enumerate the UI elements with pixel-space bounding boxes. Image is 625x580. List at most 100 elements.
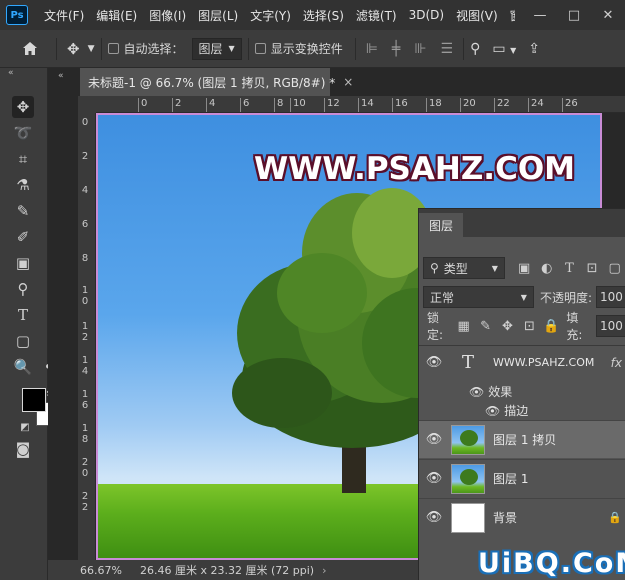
filter-kind-dropdown[interactable]: ⚲ 类型 ▼ bbox=[423, 257, 505, 279]
ruler-label: 16 bbox=[392, 98, 408, 112]
ruler-label: 22 bbox=[494, 98, 510, 112]
type-tool-icon[interactable]: T bbox=[12, 304, 34, 326]
chevron-down-icon: ▼ bbox=[87, 43, 95, 54]
move-tool-preset[interactable]: ✥ ▼ bbox=[67, 40, 95, 58]
close-button[interactable]: ✕ bbox=[591, 8, 625, 23]
ruler-label: 0 bbox=[81, 117, 89, 128]
move-tool-icon[interactable]: ✥ bbox=[12, 96, 34, 118]
share-icon[interactable]: ⇪ bbox=[528, 41, 540, 57]
status-menu-icon[interactable]: › bbox=[322, 564, 326, 577]
history-brush-icon[interactable]: ✐ bbox=[12, 226, 34, 248]
layer-row-background[interactable]: 👁 背景 🔒 bbox=[419, 498, 625, 536]
dodge-tool-icon[interactable]: ⚲ bbox=[12, 278, 34, 300]
restore-button[interactable]: □ bbox=[557, 8, 591, 23]
eyedropper-icon[interactable]: ⚗ bbox=[12, 174, 34, 196]
menu-3d[interactable]: 3D(D) bbox=[403, 8, 450, 22]
show-transform-checkbox[interactable]: 显示变换控件 bbox=[254, 40, 343, 57]
collapse-icon[interactable]: « bbox=[8, 68, 13, 78]
lock-row: 锁定: ▦ ✎ ✥ ⊡ 🔒 填充: 100 bbox=[419, 311, 625, 342]
align-center-icon[interactable]: ╪ bbox=[392, 41, 400, 57]
shape-filter-icon[interactable]: ⊡ bbox=[581, 261, 604, 276]
stroke-effect-row[interactable]: 👁 描边 bbox=[485, 402, 528, 419]
align-top-icon[interactable]: ☰ bbox=[441, 41, 454, 57]
shape-tool-icon[interactable]: ▢ bbox=[12, 330, 34, 352]
menu-filter[interactable]: 滤镜(T) bbox=[350, 7, 403, 24]
search-icon[interactable]: ⚲ bbox=[470, 41, 480, 57]
align-right-icon[interactable]: ⊪ bbox=[414, 41, 426, 57]
layer-row-text[interactable]: 👁 T WWW.PSAHZ.COM fx bbox=[419, 345, 625, 379]
zoom-tool-icon[interactable]: 🔍 bbox=[12, 356, 34, 378]
quick-mask-icon[interactable]: ◙ bbox=[12, 438, 34, 460]
layers-panel-header: 图层 bbox=[419, 209, 625, 237]
layer-thumbnail bbox=[451, 463, 485, 494]
visibility-eye-icon[interactable]: 👁 bbox=[419, 471, 449, 486]
ruler-label: 12 bbox=[81, 321, 89, 343]
horizontal-ruler[interactable]: 0 2 4 6 8 10 12 14 16 18 20 22 24 26 bbox=[96, 96, 625, 113]
brush-tool-icon[interactable]: ✎ bbox=[12, 200, 34, 222]
crop-tool-icon[interactable]: ⌗ bbox=[12, 148, 34, 170]
foreground-color-swatch[interactable] bbox=[22, 388, 46, 412]
zoom-level[interactable]: 66.67% bbox=[80, 564, 130, 577]
menu-layer[interactable]: 图层(L) bbox=[192, 7, 244, 24]
menu-type[interactable]: 文字(Y) bbox=[244, 7, 297, 24]
collapse-icon[interactable]: « bbox=[58, 71, 64, 81]
menu-file[interactable]: 文件(F) bbox=[38, 7, 90, 24]
divider bbox=[100, 37, 102, 60]
home-icon[interactable] bbox=[22, 41, 38, 56]
blend-mode-dropdown[interactable]: 正常 ▼ bbox=[423, 286, 534, 308]
stroke-visibility-eye-icon[interactable]: 👁 bbox=[485, 404, 500, 418]
default-colors-icon[interactable]: ◩ bbox=[14, 416, 36, 438]
type-filter-icon[interactable]: T bbox=[558, 261, 581, 276]
adjustment-filter-icon[interactable]: ◐ bbox=[536, 261, 559, 276]
divider bbox=[463, 37, 465, 60]
menu-image[interactable]: 图像(I) bbox=[143, 7, 192, 24]
lock-artboard-icon[interactable]: ⊡ bbox=[518, 319, 540, 334]
checkbox-box[interactable] bbox=[107, 43, 119, 54]
blend-row: 正常 ▼ 不透明度: 100 bbox=[419, 286, 625, 308]
menu-edit[interactable]: 编辑(E) bbox=[90, 7, 143, 24]
align-left-icon[interactable]: ⊫ bbox=[366, 41, 378, 57]
visibility-eye-icon[interactable]: 👁 bbox=[419, 355, 449, 370]
layer-row-layer-1[interactable]: 👁 图层 1 bbox=[419, 459, 625, 497]
workspace-icon[interactable]: ▭ ▼ bbox=[492, 41, 516, 57]
layers-panel: 图层 ⚲ 类型 ▼ ▣ ◐ T ⊡ ▢ 正常 ▼ 不透明度: 100 锁定: ▦… bbox=[418, 208, 625, 580]
show-transform-label: 显示变换控件 bbox=[270, 42, 343, 56]
close-icon[interactable]: × bbox=[343, 75, 353, 89]
vertical-ruler[interactable]: 0 2 4 6 8 10 12 14 16 18 20 22 bbox=[78, 113, 96, 560]
site-watermark-logo: UiBQ.CoM bbox=[478, 548, 625, 579]
visibility-eye-icon[interactable]: 👁 bbox=[419, 432, 449, 447]
opacity-field[interactable]: 100 bbox=[596, 286, 625, 308]
lock-position-icon[interactable]: ✥ bbox=[497, 319, 519, 334]
ruler-label: 22 bbox=[81, 491, 89, 513]
document-tab[interactable]: 未标题-1 @ 66.7% (图层 1 拷贝, RGB/8#) * × bbox=[80, 68, 353, 96]
lasso-tool-icon[interactable]: ➰ bbox=[12, 122, 34, 144]
visibility-eye-icon[interactable]: 👁 bbox=[419, 510, 449, 525]
layer-name: 图层 1 bbox=[493, 472, 529, 486]
auto-select-checkbox[interactable]: 自动选择： bbox=[107, 40, 184, 57]
lock-transparent-icon[interactable]: ▦ bbox=[453, 319, 475, 334]
gradient-tool-icon[interactable]: ▣ bbox=[12, 252, 34, 274]
smart-object-filter-icon[interactable]: ▢ bbox=[603, 261, 625, 276]
layer-row-layer-1-copy[interactable]: 👁 图层 1 拷贝 bbox=[419, 420, 625, 458]
tab-layers[interactable]: 图层 bbox=[419, 213, 464, 237]
window-controls: — □ ✕ bbox=[515, 0, 625, 30]
menu-select[interactable]: 选择(S) bbox=[297, 7, 350, 24]
menu-view[interactable]: 视图(V) bbox=[450, 7, 504, 24]
minimize-button[interactable]: — bbox=[523, 8, 557, 23]
fx-icon[interactable]: fx bbox=[611, 356, 622, 370]
fill-field[interactable]: 100 bbox=[595, 315, 625, 337]
lock-icon[interactable]: 🔒 bbox=[608, 511, 622, 524]
ruler-label: 12 bbox=[324, 98, 340, 112]
fill-label: 填充: bbox=[566, 311, 583, 342]
ruler-label: 4 bbox=[205, 98, 216, 112]
auto-select-dropdown[interactable]: 图层 ▼ bbox=[191, 37, 242, 60]
effects-row[interactable]: 👁 效果 bbox=[469, 383, 512, 400]
image-filter-icon[interactable]: ▣ bbox=[513, 261, 536, 276]
checkbox-box[interactable] bbox=[254, 43, 266, 54]
lock-image-icon[interactable]: ✎ bbox=[475, 319, 497, 334]
ruler-label: 20 bbox=[81, 457, 89, 479]
text-layer-icon: T bbox=[461, 352, 474, 373]
lock-all-icon[interactable]: 🔒 bbox=[540, 319, 562, 334]
blend-mode-value: 正常 bbox=[430, 290, 455, 305]
effects-visibility-eye-icon[interactable]: 👁 bbox=[469, 385, 484, 399]
